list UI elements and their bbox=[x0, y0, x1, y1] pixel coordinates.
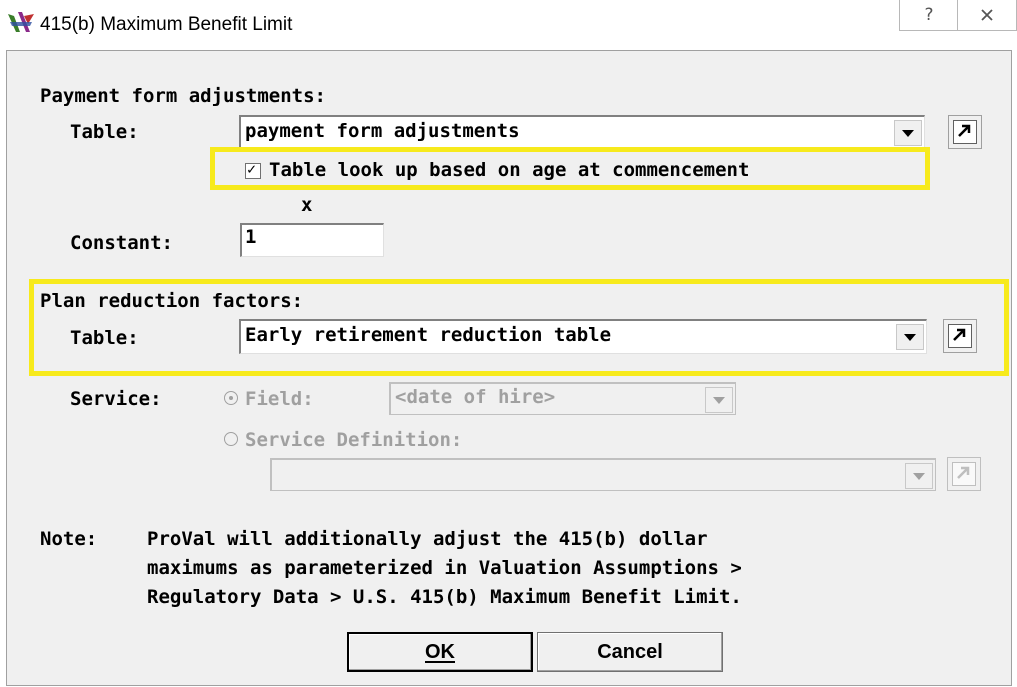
dropdown-arrow[interactable] bbox=[894, 120, 922, 146]
constant-label: Constant: bbox=[70, 232, 173, 254]
field-value: <date of hire> bbox=[395, 386, 556, 408]
cancel-button[interactable]: Cancel bbox=[537, 632, 723, 672]
age-lookup-checkbox[interactable]: ✓ bbox=[245, 160, 261, 179]
age-lookup-label: Table look up based on age at commenceme… bbox=[269, 159, 750, 181]
field-option-label: Field: bbox=[245, 388, 314, 410]
service-label: Service: bbox=[70, 388, 162, 410]
ok-label: OK bbox=[425, 640, 455, 663]
check-icon: ✓ bbox=[247, 160, 257, 178]
field-radio[interactable] bbox=[224, 391, 238, 405]
title-bar: 415(b) Maximum Benefit Limit ? bbox=[0, 0, 1017, 50]
proval-icon bbox=[6, 10, 36, 36]
plan-table-value: Early retirement reduction table bbox=[245, 324, 612, 346]
chevron-down-icon bbox=[713, 396, 725, 404]
close-icon bbox=[981, 9, 993, 21]
help-button[interactable]: ? bbox=[899, 0, 959, 31]
plan-table-dropdown[interactable]: Early retirement reduction table bbox=[239, 319, 927, 354]
jump-icon bbox=[953, 120, 977, 144]
constant-input[interactable]: 1 bbox=[240, 223, 384, 257]
payment-table-value: payment form adjustments bbox=[245, 120, 520, 142]
jump-icon bbox=[948, 324, 972, 348]
service-definition-dropdown[interactable] bbox=[270, 458, 936, 491]
times-symbol: x bbox=[301, 194, 313, 216]
note-line-1: ProVal will additionally adjust the 415(… bbox=[147, 528, 708, 550]
dropdown-arrow[interactable] bbox=[905, 463, 933, 489]
help-icon: ? bbox=[924, 5, 934, 25]
service-definition-label: Service Definition: bbox=[245, 429, 463, 451]
window-title: 415(b) Maximum Benefit Limit bbox=[40, 14, 293, 35]
service-definition-radio[interactable] bbox=[224, 432, 238, 446]
chevron-down-icon bbox=[913, 472, 925, 480]
payment-form-heading: Payment form adjustments: bbox=[40, 85, 326, 107]
payment-table-open-button[interactable] bbox=[948, 115, 982, 149]
chevron-down-icon bbox=[902, 129, 914, 137]
note-line-2: maximums as parameterized in Valuation A… bbox=[147, 557, 742, 579]
plan-table-open-button[interactable] bbox=[943, 319, 977, 353]
note-line-3: Regulatory Data > U.S. 415(b) Maximum Be… bbox=[147, 586, 742, 608]
constant-value: 1 bbox=[245, 226, 257, 248]
dropdown-arrow[interactable] bbox=[705, 387, 733, 413]
chevron-down-icon bbox=[904, 333, 916, 341]
field-dropdown[interactable]: <date of hire> bbox=[389, 382, 736, 415]
plan-table-label: Table: bbox=[70, 327, 139, 349]
jump-icon bbox=[952, 462, 976, 486]
service-definition-open-button[interactable] bbox=[947, 457, 981, 491]
payment-table-dropdown[interactable]: payment form adjustments bbox=[239, 115, 925, 149]
close-button[interactable] bbox=[957, 0, 1017, 31]
cancel-label: Cancel bbox=[597, 640, 663, 663]
ok-button[interactable]: OK bbox=[347, 632, 533, 672]
dropdown-arrow[interactable] bbox=[896, 324, 924, 350]
plan-reduction-heading: Plan reduction factors: bbox=[40, 290, 304, 312]
note-label: Note: bbox=[40, 528, 98, 550]
dialog-body: Payment form adjustments: Table: payment… bbox=[6, 50, 1012, 686]
payment-table-label: Table: bbox=[70, 121, 139, 143]
